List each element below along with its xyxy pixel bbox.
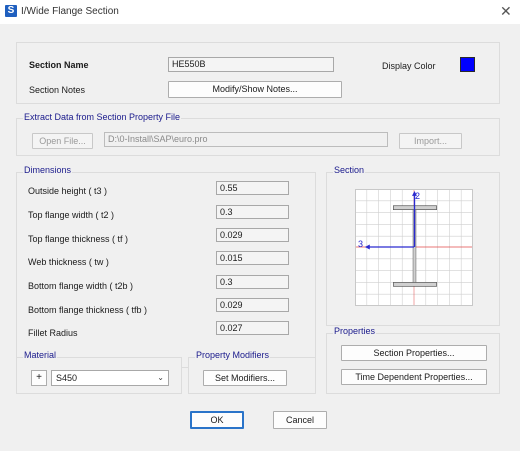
display-color-label: Display Color xyxy=(382,61,436,71)
ok-button[interactable]: OK xyxy=(190,411,244,429)
modify-notes-button[interactable]: Modify/Show Notes... xyxy=(168,81,342,98)
dim-label: Outside height ( t3 ) xyxy=(28,186,108,196)
extract-data-group: Open File... D:\0-Install\SAP\euro.pro I… xyxy=(16,118,500,156)
dialog-body: Section Name HE550B Display Color Sectio… xyxy=(0,24,520,451)
file-path-field: D:\0-Install\SAP\euro.pro xyxy=(104,132,388,147)
dim-field[interactable]: 0.029 xyxy=(216,228,289,242)
open-file-button[interactable]: Open File... xyxy=(32,133,93,149)
axis-2-label: 2 xyxy=(415,191,421,201)
dim-label: Bottom flange width ( t2b ) xyxy=(28,281,134,291)
section-name-label: Section Name xyxy=(29,60,89,70)
bottom-flange-shape xyxy=(393,282,437,287)
cancel-button[interactable]: Cancel xyxy=(273,411,327,429)
section-properties-button[interactable]: Section Properties... xyxy=(341,345,487,361)
section-name-group: Section Name HE550B Display Color Sectio… xyxy=(16,42,500,104)
properties-group: Section Properties... Time Dependent Pro… xyxy=(326,333,500,394)
display-color-swatch[interactable] xyxy=(460,57,475,72)
property-modifiers-group-title: Property Modifiers xyxy=(195,350,271,360)
dim-label: Top flange width ( t2 ) xyxy=(28,210,115,220)
section-notes-label: Section Notes xyxy=(29,85,86,95)
axis-3-label: 3 xyxy=(358,239,364,249)
dim-field[interactable]: 0.3 xyxy=(216,275,289,289)
set-modifiers-button[interactable]: Set Modifiers... xyxy=(203,370,287,386)
section-group-title: Section xyxy=(333,165,366,175)
extract-group-title: Extract Data from Section Property File xyxy=(23,112,182,122)
dim-field[interactable]: 0.027 xyxy=(216,321,289,335)
dim-label: Bottom flange thickness ( tfb ) xyxy=(28,305,148,315)
dim-field[interactable]: 0.55 xyxy=(216,181,289,195)
dim-field[interactable]: 0.3 xyxy=(216,205,289,219)
import-button[interactable]: Import... xyxy=(399,133,462,149)
add-material-button[interactable]: + xyxy=(31,370,47,386)
close-icon[interactable]: ✕ xyxy=(500,3,512,20)
chevron-down-icon: ⌄ xyxy=(157,373,164,382)
app-icon: S xyxy=(5,5,17,17)
property-modifiers-group: Set Modifiers... xyxy=(188,357,316,394)
dim-label: Top flange thickness ( tf ) xyxy=(28,234,129,244)
dimensions-group: Outside height ( t3 ) 0.55 Top flange wi… xyxy=(16,172,316,368)
window-title: I/Wide Flange Section xyxy=(21,6,119,17)
material-select-value: S450 xyxy=(56,373,78,383)
dim-label: Web thickness ( tw ) xyxy=(28,257,109,267)
material-group: + S450 ⌄ xyxy=(16,357,182,394)
dim-label: Fillet Radius xyxy=(28,328,78,338)
dimensions-group-title: Dimensions xyxy=(23,165,73,175)
properties-group-title: Properties xyxy=(333,326,377,336)
title-bar: S I/Wide Flange Section ✕ xyxy=(0,0,520,24)
section-preview-canvas xyxy=(355,189,473,306)
material-select[interactable]: S450 ⌄ xyxy=(51,370,169,386)
section-name-input[interactable]: HE550B xyxy=(168,57,334,72)
time-dependent-properties-button[interactable]: Time Dependent Properties... xyxy=(341,369,487,385)
material-group-title: Material xyxy=(23,350,58,360)
dim-field[interactable]: 0.029 xyxy=(216,298,289,312)
section-preview-group: 2 3 xyxy=(326,172,500,326)
dim-field[interactable]: 0.015 xyxy=(216,251,289,265)
